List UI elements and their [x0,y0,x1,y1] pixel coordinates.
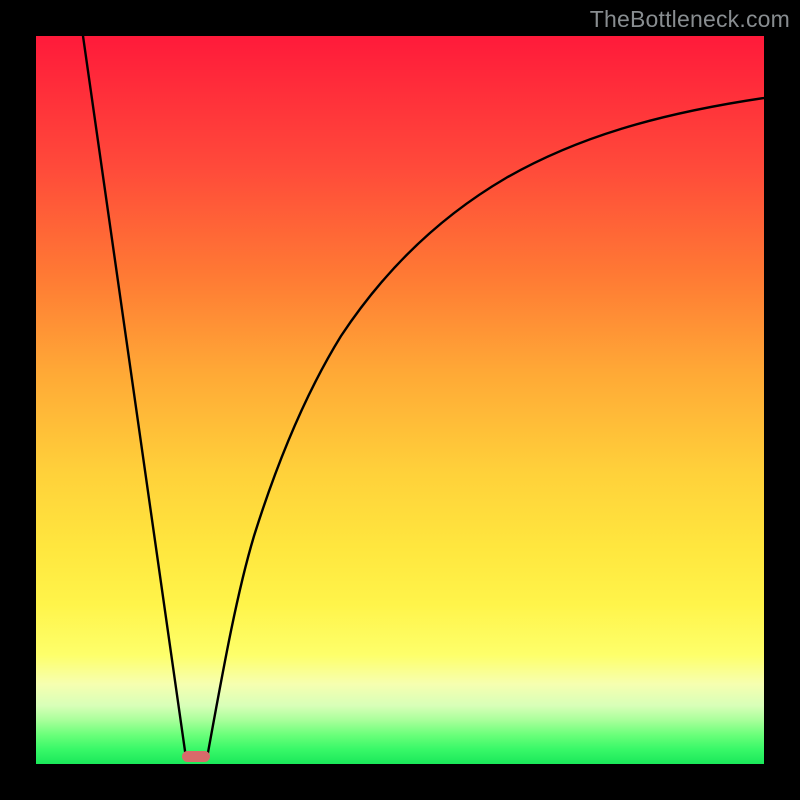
chart-frame: TheBottleneck.com [0,0,800,800]
minimum-marker [182,751,210,762]
plot-area [36,36,764,764]
curve-right-ascent [207,98,764,758]
watermark-text: TheBottleneck.com [590,6,790,33]
curve-left-descent [83,36,186,758]
curve-layer [36,36,764,764]
